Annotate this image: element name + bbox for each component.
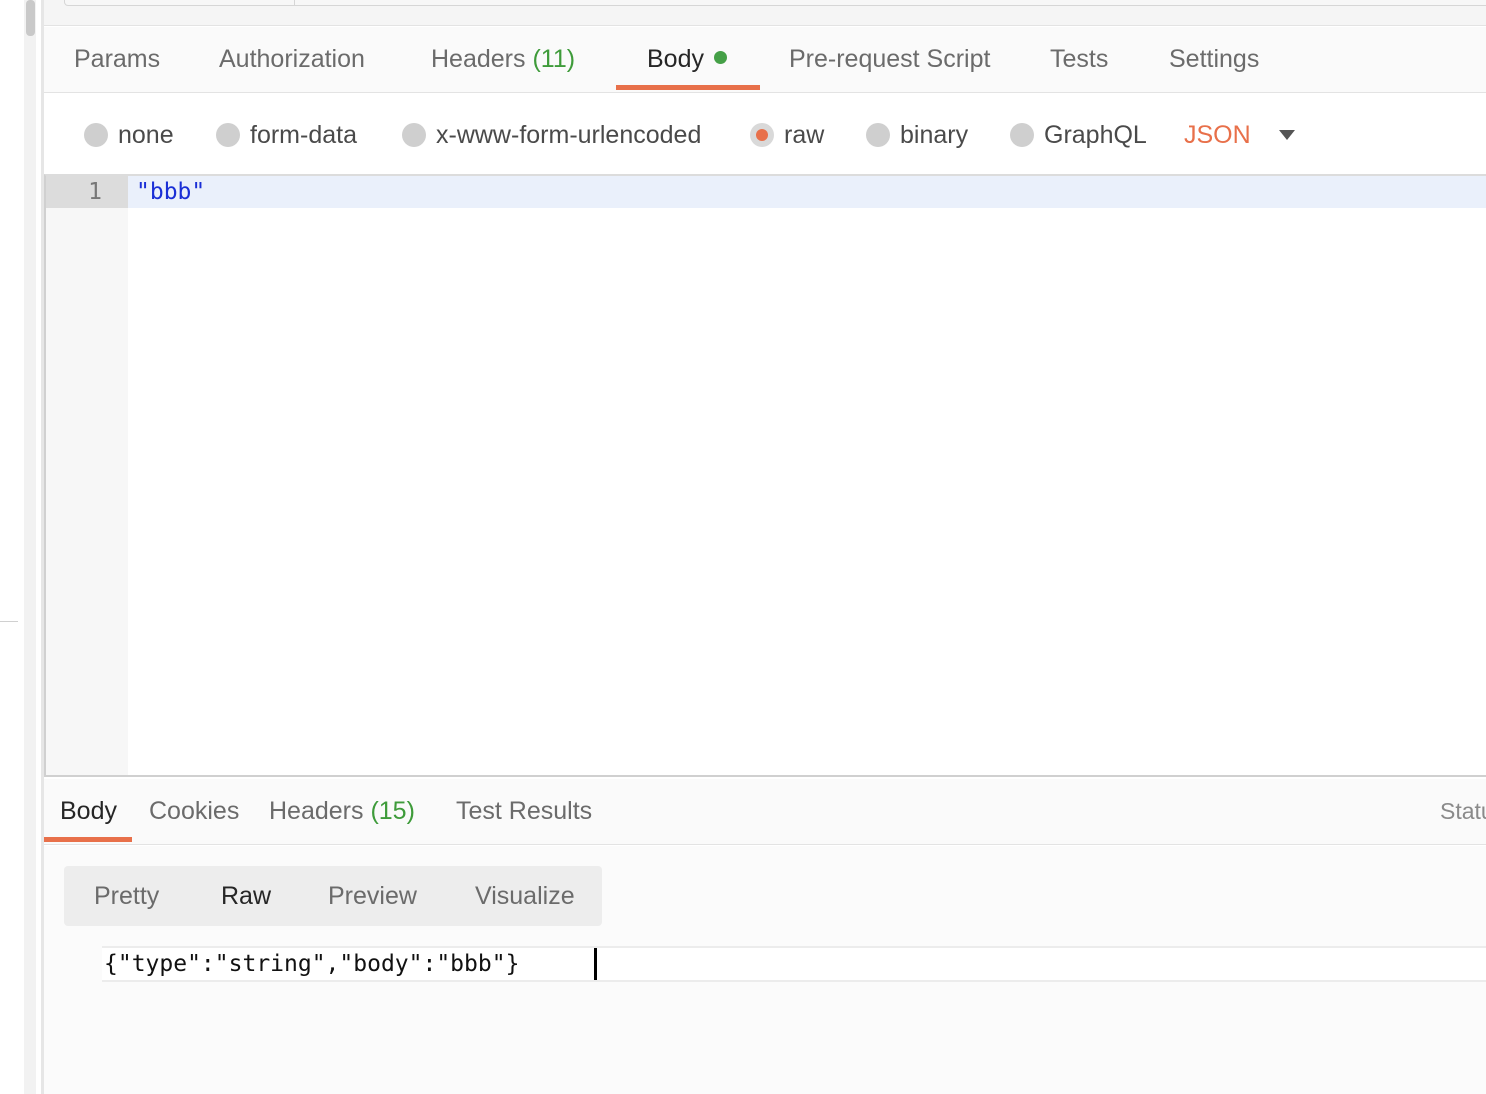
view-mode-raw-label: Raw xyxy=(221,882,272,910)
radio-graphql-label: GraphQL xyxy=(1044,120,1147,149)
view-mode-preview[interactable]: Preview xyxy=(328,866,417,926)
resp-tab-headers-label: Headers xyxy=(269,797,364,825)
resp-active-tab-indicator xyxy=(44,837,132,842)
code-editor[interactable]: 1 "bbb" xyxy=(44,174,1486,777)
tab-settings-label: Settings xyxy=(1169,45,1260,73)
tab-authorization-label: Authorization xyxy=(219,45,365,73)
tab-authorization[interactable]: Authorization xyxy=(219,27,365,93)
format-dropdown[interactable]: JSON xyxy=(1184,120,1295,150)
resp-tab-body[interactable]: Body xyxy=(60,779,117,843)
chevron-down-icon[interactable] xyxy=(1278,130,1295,140)
request-tabs: Params Authorization Headers (11) Body P… xyxy=(44,27,1486,93)
raw-response-text[interactable]: {"type":"string","body":"bbb"} xyxy=(104,948,519,980)
tab-tests[interactable]: Tests xyxy=(1050,27,1108,93)
radio-raw[interactable]: raw xyxy=(750,120,824,150)
resp-tab-cookies-label: Cookies xyxy=(149,797,240,825)
tab-settings[interactable]: Settings xyxy=(1169,27,1259,93)
resp-tab-headers[interactable]: Headers (15) xyxy=(269,779,415,843)
view-mode-visualize[interactable]: Visualize xyxy=(475,866,575,926)
resp-tab-cookies[interactable]: Cookies xyxy=(149,779,239,843)
tab-headers[interactable]: Headers (11) xyxy=(431,27,575,93)
tab-body[interactable]: Body xyxy=(647,27,727,93)
view-mode-pretty[interactable]: Pretty xyxy=(94,866,159,926)
view-mode-preview-label: Preview xyxy=(328,882,417,910)
resp-headers-count: (15) xyxy=(370,797,415,825)
url-bar-separator xyxy=(294,0,295,6)
url-bar-area xyxy=(44,0,1486,26)
active-tab-indicator xyxy=(616,85,760,90)
view-mode-raw[interactable]: Raw xyxy=(221,866,271,926)
tab-params-label: Params xyxy=(74,45,161,73)
body-type-selector: none form-data x-www-form-urlencoded raw… xyxy=(44,94,1486,174)
response-tabs: Body Cookies Headers (15) Test Results S… xyxy=(44,779,1486,845)
format-dropdown-value: JSON xyxy=(1184,120,1251,149)
resp-tab-test-results-label: Test Results xyxy=(456,797,593,825)
radio-x-www-form-urlencoded[interactable]: x-www-form-urlencoded xyxy=(402,120,701,150)
radio-binary[interactable]: binary xyxy=(866,120,968,150)
tab-headers-label: Headers xyxy=(431,45,526,73)
view-mode-pretty-label: Pretty xyxy=(94,882,160,910)
resp-tab-body-label: Body xyxy=(60,797,117,825)
radio-urlencoded-circle-icon[interactable] xyxy=(402,123,426,147)
radio-graphql-circle-icon[interactable] xyxy=(1010,123,1034,147)
response-body: Pretty Raw Preview Visualize {"type":"st… xyxy=(44,846,1486,1094)
tab-body-label: Body xyxy=(647,45,704,73)
tab-tests-label: Tests xyxy=(1050,45,1109,73)
radio-binary-circle-icon[interactable] xyxy=(866,123,890,147)
headers-count: (11) xyxy=(532,45,576,73)
radio-form-data-circle-icon[interactable] xyxy=(216,123,240,147)
text-cursor xyxy=(594,948,597,980)
request-pane: Params Authorization Headers (11) Body P… xyxy=(44,0,1486,1094)
radio-graphql[interactable]: GraphQL xyxy=(1010,120,1147,150)
radio-urlencoded-label: x-www-form-urlencoded xyxy=(436,120,702,149)
radio-none-circle-icon[interactable] xyxy=(84,123,108,147)
radio-raw-label: raw xyxy=(784,120,825,149)
tab-pre-request-script-label: Pre-request Script xyxy=(789,45,991,73)
editor-gutter xyxy=(46,176,128,775)
view-mode-switcher: Pretty Raw Preview Visualize xyxy=(64,866,602,926)
sidebar-scrollbar[interactable] xyxy=(24,0,36,1094)
sidebar-scrollbar-thumb[interactable] xyxy=(26,0,35,36)
resp-tab-test-results[interactable]: Test Results xyxy=(456,779,592,843)
code-line[interactable]: "bbb" xyxy=(136,176,205,208)
left-gutter xyxy=(0,0,44,1094)
body-modified-dot-icon xyxy=(713,51,727,64)
divider-tick xyxy=(0,621,18,622)
raw-response-output[interactable]: {"type":"string","body":"bbb"} xyxy=(102,946,1486,982)
active-line: 1 "bbb" xyxy=(46,176,1486,208)
url-input[interactable] xyxy=(64,0,1486,6)
radio-none-label: none xyxy=(118,120,174,149)
view-mode-visualize-label: Visualize xyxy=(475,882,575,910)
radio-form-data-label: form-data xyxy=(250,120,357,149)
status-label: Statu xyxy=(1440,798,1486,824)
line-number: 1 xyxy=(46,176,128,208)
radio-binary-label: binary xyxy=(900,120,969,149)
radio-none[interactable]: none xyxy=(84,120,174,150)
tab-pre-request-script[interactable]: Pre-request Script xyxy=(789,27,990,93)
radio-form-data[interactable]: form-data xyxy=(216,120,357,150)
tab-params[interactable]: Params xyxy=(74,27,160,93)
radio-raw-selected-icon[interactable] xyxy=(750,123,774,147)
